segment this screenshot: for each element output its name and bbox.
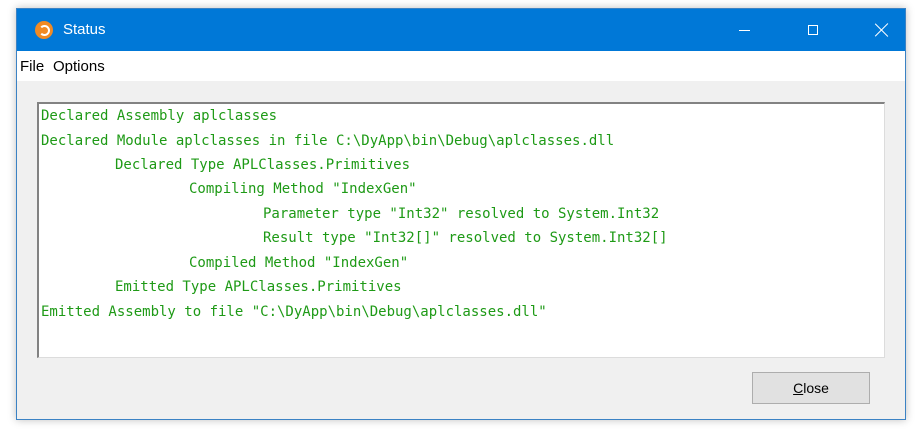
close-button[interactable]: Close: [752, 372, 870, 404]
log-line: Declared Assembly aplclasses: [41, 108, 278, 124]
log-line: Declared Module aplclasses in file C:\Dy…: [41, 133, 615, 149]
log-line: Result type "Int32[]" resolved to System…: [263, 230, 668, 246]
menu-bar: File Options: [17, 51, 905, 81]
log-line: Emitted Type APLClasses.Primitives: [115, 279, 402, 295]
close-button-label: lose: [803, 380, 829, 396]
minimize-button[interactable]: [721, 9, 767, 51]
window-close-button[interactable]: [859, 9, 905, 51]
title-bar[interactable]: Status: [17, 9, 905, 51]
log-line: Parameter type "Int32" resolved to Syste…: [263, 206, 660, 222]
maximize-button[interactable]: [790, 9, 836, 51]
window-title: Status: [63, 21, 106, 38]
status-window: Status File Options Declared Assembly ap…: [16, 8, 906, 420]
log-line: Compiled Method "IndexGen": [189, 255, 409, 271]
close-icon: [875, 23, 889, 37]
close-button-accelerator: C: [793, 380, 804, 396]
log-line: Declared Type APLClasses.Primitives: [115, 157, 411, 173]
menu-options[interactable]: Options: [53, 58, 105, 76]
menu-file[interactable]: File: [20, 58, 44, 76]
log-line: Emitted Assembly to file "C:\DyApp\bin\D…: [41, 304, 547, 320]
dyalog-logo-icon: [35, 21, 53, 39]
status-log[interactable]: Declared Assembly aplclasses Declared Mo…: [37, 102, 885, 358]
minimize-icon: [738, 29, 750, 31]
log-line: Compiling Method "IndexGen": [189, 181, 417, 197]
maximize-icon: [808, 25, 818, 35]
